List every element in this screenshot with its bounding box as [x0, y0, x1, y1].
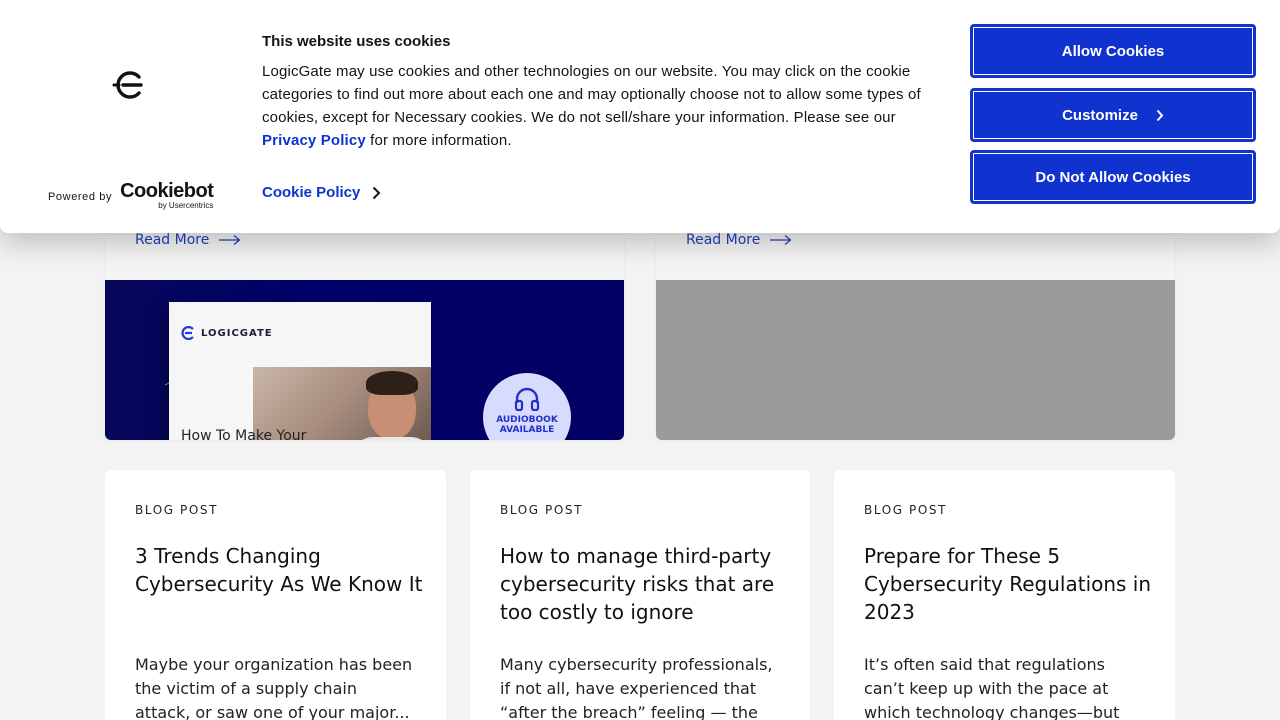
- cookiebot-logo: Cookiebot by Usercentrics: [120, 180, 214, 210]
- ebook-cover: LOGICGATE How To Make Your: [169, 302, 431, 440]
- customize-button[interactable]: Customize: [970, 88, 1256, 142]
- blog-post-card[interactable]: BLOG POST Prepare for These 5 Cybersecur…: [834, 470, 1175, 720]
- privacy-policy-link[interactable]: Privacy Policy: [262, 132, 366, 149]
- logicgate-logo-icon: [181, 326, 194, 340]
- post-category: BLOG POST: [135, 503, 219, 517]
- do-not-allow-cookies-button[interactable]: Do Not Allow Cookies: [970, 150, 1256, 204]
- arrow-right-icon: [770, 235, 792, 245]
- read-more-link[interactable]: Read More: [686, 232, 792, 248]
- cookie-policy-label: Cookie Policy: [262, 184, 361, 201]
- chevron-right-icon: [1156, 109, 1164, 121]
- read-more-label: Read More: [135, 232, 210, 248]
- post-title[interactable]: How to manage third-party cybersecurity …: [500, 542, 790, 626]
- arrow-right-icon: [219, 235, 241, 245]
- ebook-brand: LOGICGATE: [181, 326, 273, 340]
- blog-post-card[interactable]: BLOG POST 3 Trends Changing Cybersecurit…: [105, 470, 446, 720]
- read-more-label: Read More: [686, 232, 761, 248]
- ebook-title: How To Make Your: [181, 428, 307, 440]
- powered-by-cookiebot[interactable]: Powered by Cookiebot by Usercentrics: [48, 180, 214, 210]
- featured-image-placeholder[interactable]: [656, 280, 1175, 440]
- headphones-icon: [514, 387, 540, 411]
- cookie-policy-link[interactable]: Cookie Policy: [262, 184, 381, 201]
- powered-by-label: Powered by: [48, 191, 113, 203]
- logicgate-logo-icon: [112, 71, 143, 99]
- ebook-promo-image[interactable]: LOGICGATE How To Make Your AUDIOBOOK AVA…: [105, 280, 624, 440]
- post-excerpt: Maybe your organization has been the vic…: [135, 655, 413, 720]
- allow-cookies-button[interactable]: Allow Cookies: [970, 24, 1256, 78]
- audiobook-badge: AUDIOBOOK AVAILABLE: [483, 373, 571, 440]
- cookie-banner-title: This website uses cookies: [262, 33, 451, 50]
- post-category: BLOG POST: [500, 503, 584, 517]
- cookie-banner-text: LogicGate may use cookies and other tech…: [262, 63, 921, 149]
- post-excerpt: It’s often said that regulations can’t k…: [864, 655, 1120, 720]
- blog-post-card[interactable]: BLOG POST How to manage third-party cybe…: [470, 470, 810, 720]
- read-more-link[interactable]: Read More: [135, 232, 241, 248]
- post-title[interactable]: 3 Trends Changing Cybersecurity As We Kn…: [135, 542, 425, 598]
- cookie-consent-banner: Powered by Cookiebot by Usercentrics Thi…: [0, 0, 1280, 233]
- post-title[interactable]: Prepare for These 5 Cybersecurity Regula…: [864, 542, 1154, 626]
- post-excerpt: Many cybersecurity professionals, if not…: [500, 655, 773, 720]
- post-category: BLOG POST: [864, 503, 948, 517]
- chevron-right-icon: [373, 186, 381, 199]
